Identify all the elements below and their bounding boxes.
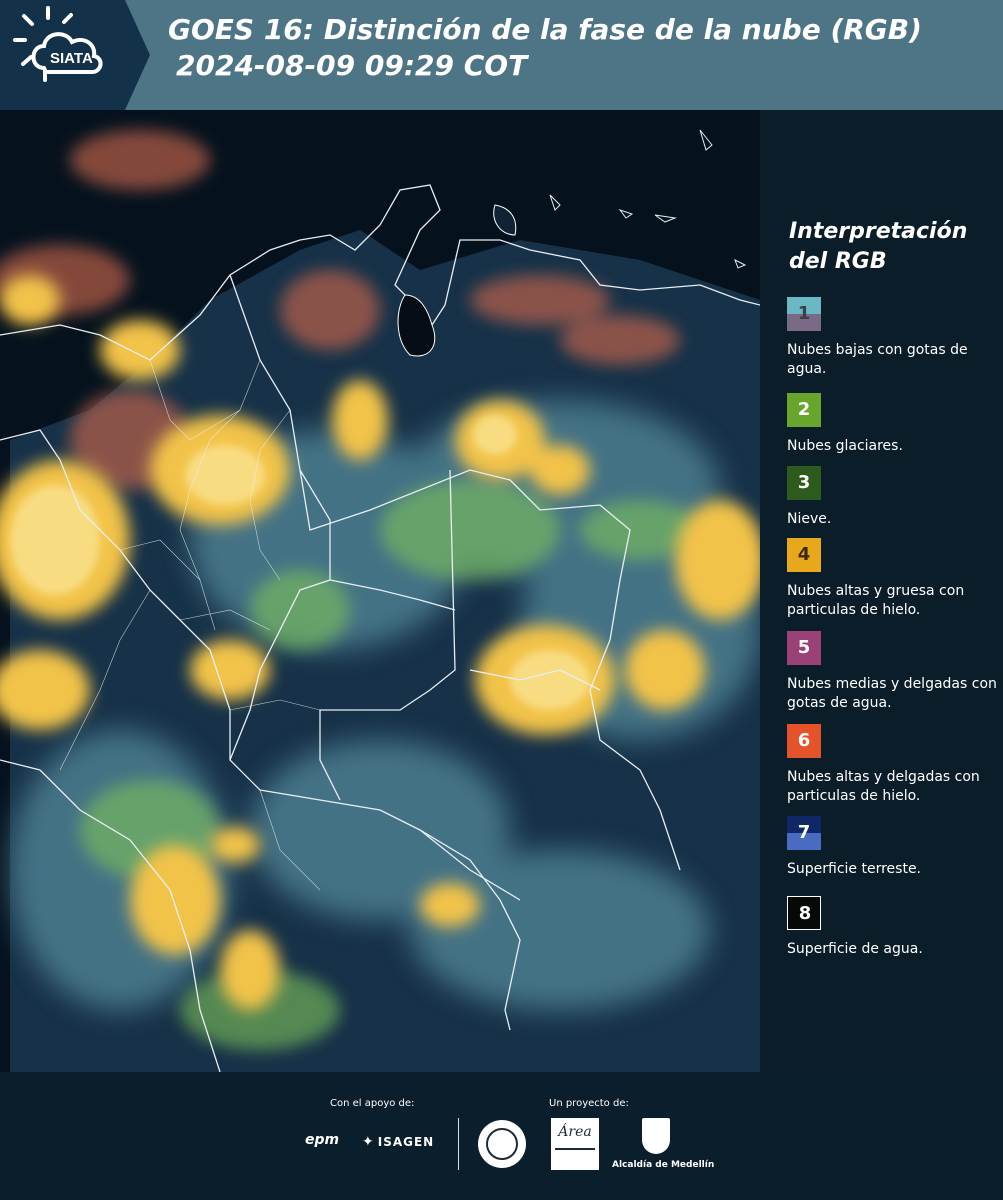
legend-title: Interpretación del RGB xyxy=(789,219,968,274)
legend-number: 4 xyxy=(797,544,811,565)
isagen-logo: ✦ ISAGEN xyxy=(362,1134,434,1150)
footer: Con el apoyo de: epm ✦ ISAGEN Un proyecto… xyxy=(0,1072,1003,1200)
siata-logo-panel: SIATA xyxy=(0,0,150,110)
area-metropolitana-logo: Área xyxy=(551,1118,599,1170)
legend-label: Nubes glaciares. xyxy=(787,438,903,454)
legend-item-1: 1 Nubes bajas con gotas de agua. xyxy=(787,297,1001,379)
legend-label: Nubes bajas con gotas de agua. xyxy=(787,342,968,377)
area-logo-text: Área xyxy=(558,1124,592,1140)
page-title: GOES 16: Distinción de la fase de la nub… xyxy=(168,13,922,46)
legend-item-6: 6 Nubes altas y delgadas con particulas d… xyxy=(787,724,1001,806)
epm-logo: epm xyxy=(305,1132,340,1148)
footer-divider xyxy=(458,1118,459,1170)
legend-number: 2 xyxy=(797,399,811,420)
isagen-logo-text: ISAGEN xyxy=(377,1135,435,1149)
legend-number: 8 xyxy=(798,903,812,924)
legend-swatch: 1 xyxy=(787,297,821,331)
legend-swatch: 3 xyxy=(787,466,821,500)
legend-number: 1 xyxy=(797,303,811,324)
legend-number: 5 xyxy=(797,637,811,658)
legend-label: Nieve. xyxy=(787,511,832,527)
siata-logo-text: SIATA xyxy=(50,50,93,67)
legend-swatch: 7 xyxy=(787,816,821,850)
legend-label: Nubes altas y delgadas con particulas de… xyxy=(787,769,980,804)
legend-panel: Interpretación del RGB 1 Nubes bajas con … xyxy=(760,110,1003,1072)
support-label: Con el apoyo de: xyxy=(330,1098,415,1109)
legend-item-8: 8 Superficie de agua. xyxy=(787,896,1001,959)
project-label: Un proyecto de: xyxy=(549,1098,629,1109)
legend-swatch: 6 xyxy=(787,724,821,758)
satellite-map[interactable] xyxy=(0,110,760,1072)
legend-swatch: 2 xyxy=(787,393,821,427)
legend-label: Superficie terreste. xyxy=(787,861,922,877)
header-bar: SIATA GOES 16: Distinción de la fase de … xyxy=(0,0,1003,110)
legend-item-2: 2 Nubes glaciares. xyxy=(787,393,1001,456)
isagen-mark-icon: ✦ xyxy=(362,1134,375,1150)
legend-number: 6 xyxy=(797,730,811,751)
legend-label: Nubes altas y gruesa con particulas de h… xyxy=(787,583,965,618)
legend-item-4: 4 Nubes altas y gruesa con particulas de … xyxy=(787,538,1001,620)
image-timestamp: 2024-08-09 09:29 COT xyxy=(176,49,528,82)
legend-number: 3 xyxy=(797,472,811,493)
legend-item-7: 7 Superficie terreste. xyxy=(787,816,1001,879)
legend-swatch: 5 xyxy=(787,631,821,665)
alcaldia-label: Alcaldía de Medellín xyxy=(612,1160,715,1170)
university-seal-icon xyxy=(478,1120,526,1168)
satellite-map-canvas xyxy=(0,110,760,1072)
legend-label: Nubes medias y delgadas con gotas de agu… xyxy=(787,676,997,711)
legend-swatch: 4 xyxy=(787,538,821,572)
legend-swatch: 8 xyxy=(787,896,821,930)
legend-item-5: 5 Nubes medias y delgadas con gotas de ag… xyxy=(787,631,1001,713)
alcaldia-shield-icon xyxy=(642,1118,670,1154)
legend-label: Superficie de agua. xyxy=(787,941,923,957)
legend-item-3: 3 Nieve. xyxy=(787,466,1001,529)
legend-number: 7 xyxy=(797,822,811,843)
